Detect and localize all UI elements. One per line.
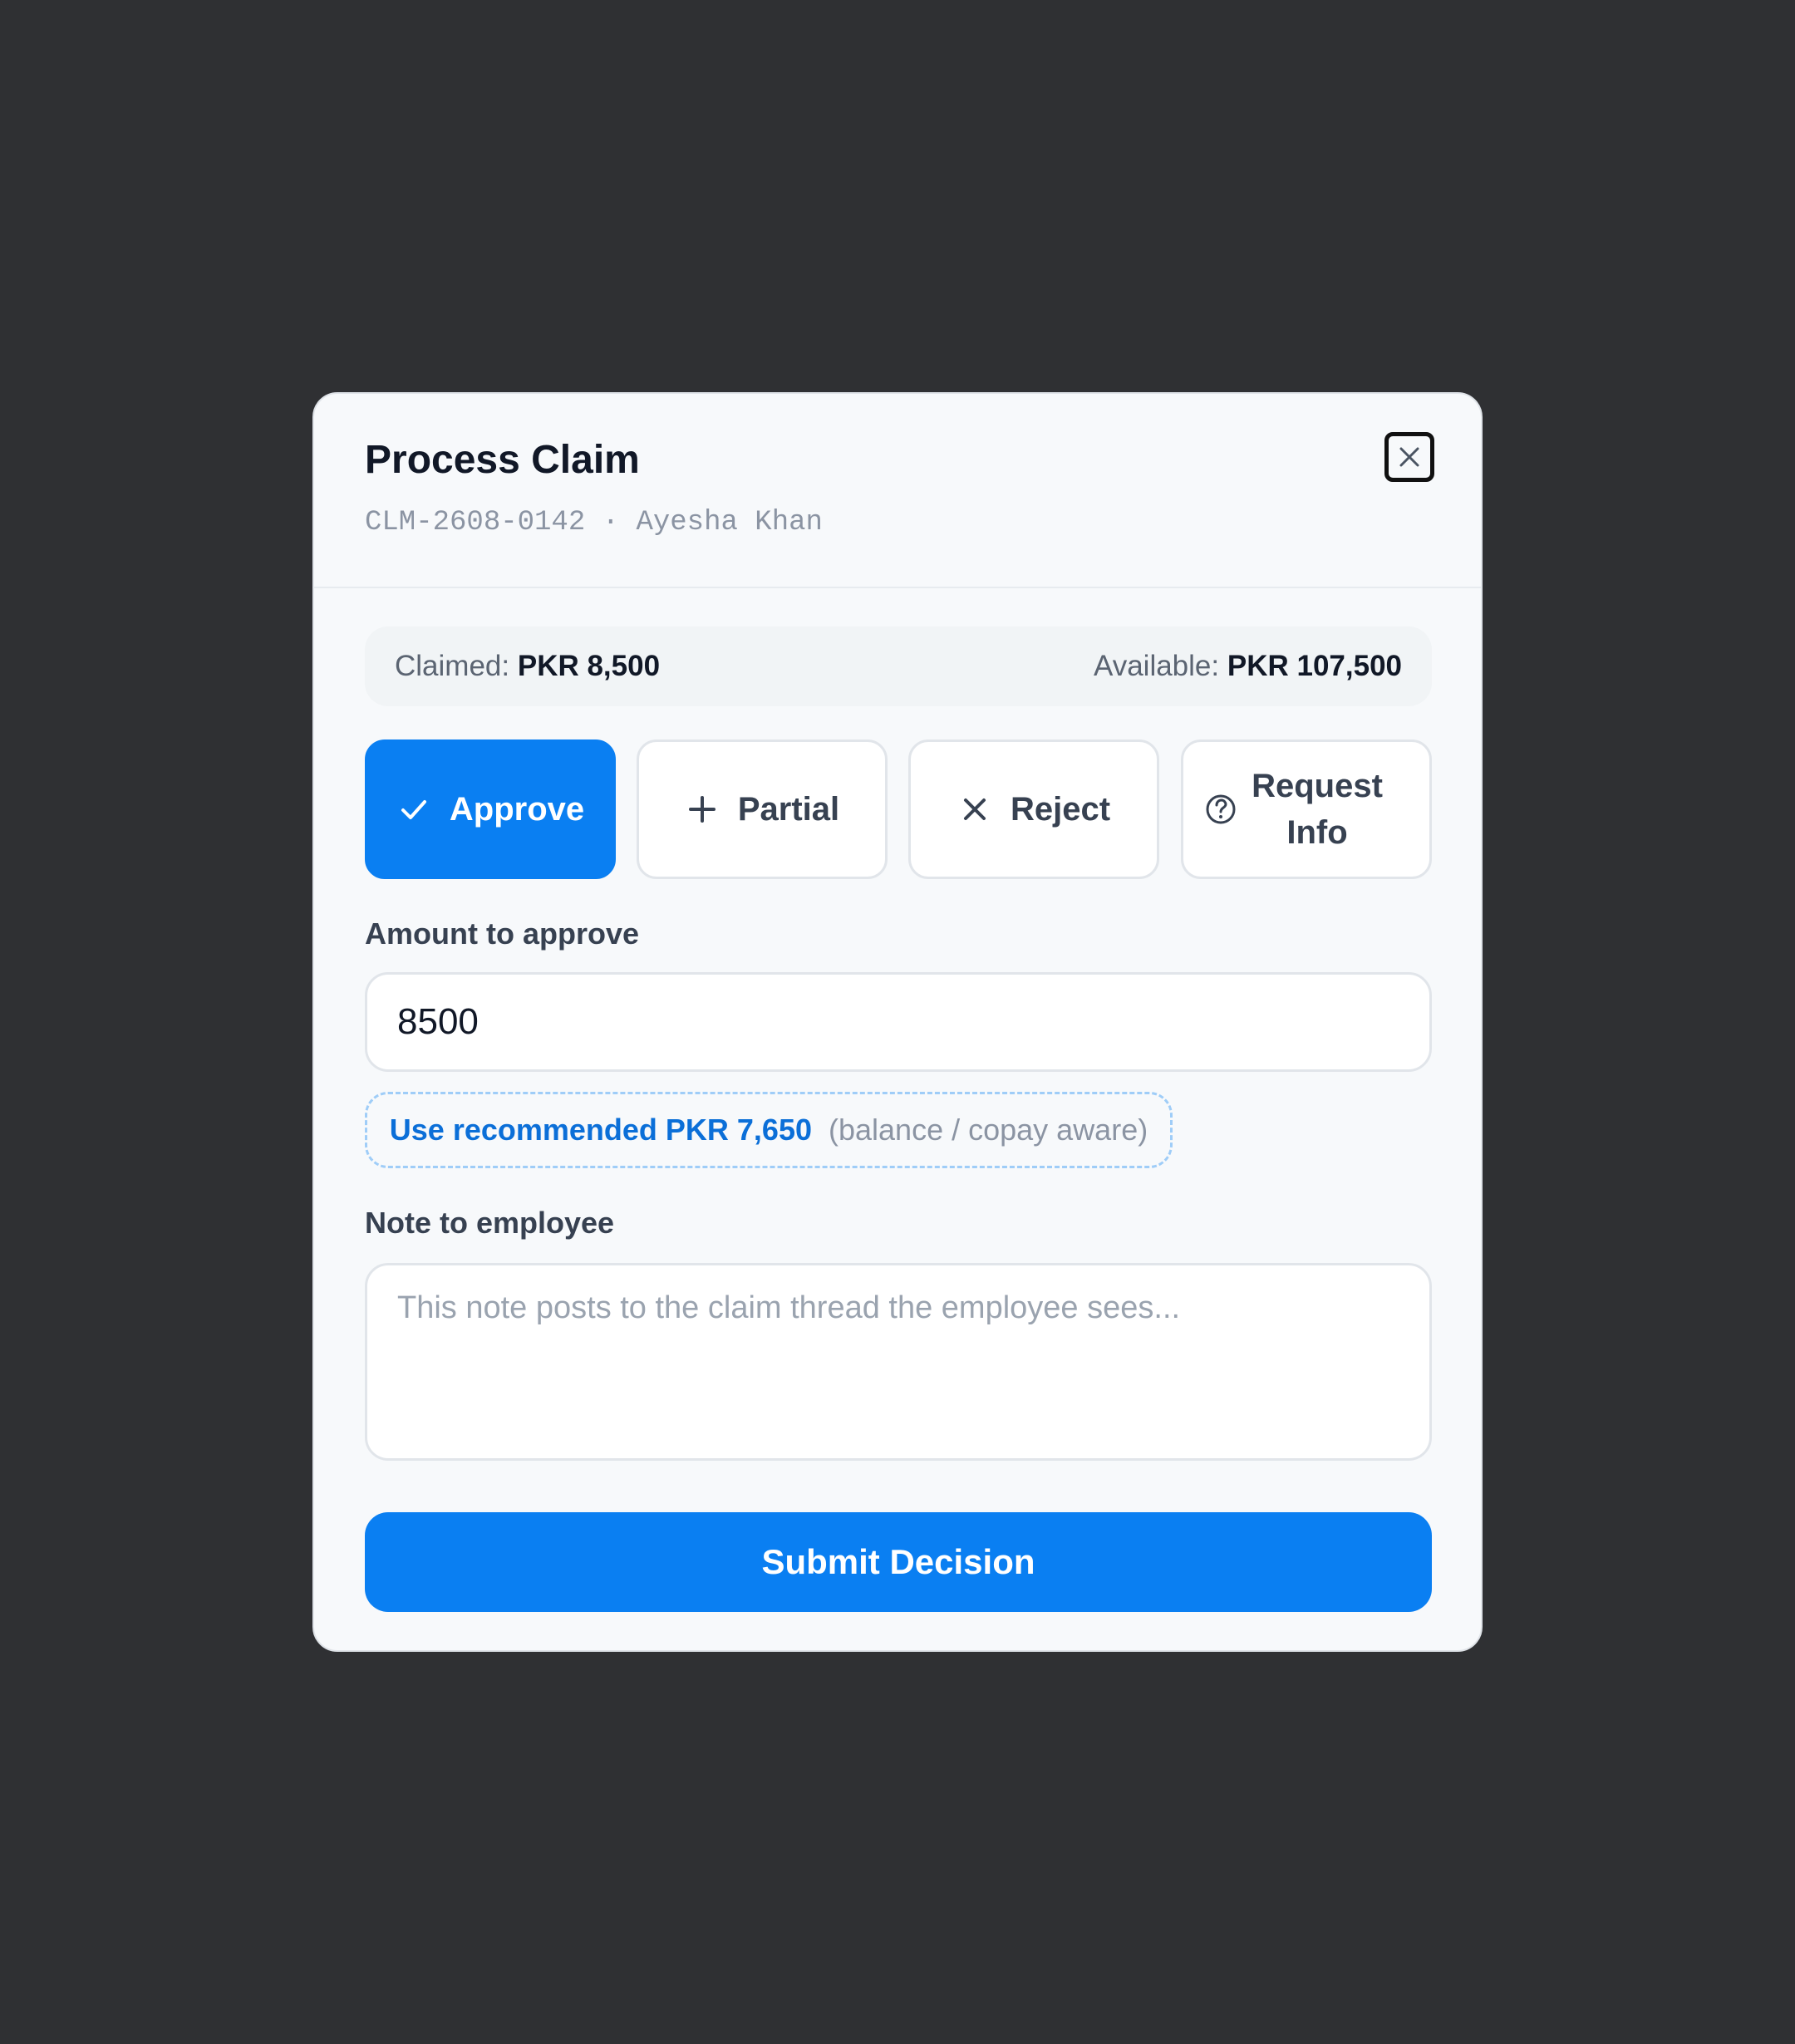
reject-label: Reject: [1010, 790, 1111, 828]
request-info-button[interactable]: Request Info: [1181, 739, 1432, 879]
amount-label: Amount to approve: [365, 916, 639, 951]
dialog-header: Process Claim CLM-2608-0142 · Ayesha Kha…: [314, 394, 1481, 588]
recommended-amount-label: Use recommended PKR 7,650: [389, 1113, 812, 1147]
process-claim-dialog: Process Claim CLM-2608-0142 · Ayesha Kha…: [312, 392, 1483, 1652]
check-icon: [396, 792, 431, 827]
use-recommended-amount-button[interactable]: Use recommended PKR 7,650 (balance / cop…: [365, 1092, 1173, 1168]
claim-id: CLM-2608-0142: [365, 507, 586, 538]
available-summary: Available: PKR 107,500: [1094, 650, 1402, 683]
claim-subtitle: CLM-2608-0142 · Ayesha Khan: [365, 509, 823, 537]
partial-label: Partial: [737, 790, 840, 828]
request-info-label: Request Info: [1252, 768, 1383, 851]
close-icon: [957, 792, 992, 827]
employee-name: Ayesha Khan: [636, 507, 823, 538]
available-amount: PKR 107,500: [1227, 650, 1402, 682]
question-circle-icon: [1203, 792, 1238, 827]
claim-summary: Claimed: PKR 8,500 Available: PKR 107,50…: [365, 626, 1432, 706]
approve-label: Approve: [449, 790, 585, 828]
close-icon: [1399, 447, 1419, 467]
claimed-summary: Claimed: PKR 8,500: [395, 650, 660, 683]
recommendation-hint: (balance / copay aware): [829, 1113, 1148, 1147]
amount-input[interactable]: [365, 972, 1432, 1072]
submit-decision-button[interactable]: Submit Decision: [365, 1512, 1432, 1612]
dialog-title: Process Claim: [365, 438, 640, 482]
approve-button[interactable]: Approve: [365, 739, 616, 879]
decision-options: Approve Partial Reject Request Info: [365, 739, 1432, 879]
subtitle-separator: ·: [602, 507, 620, 538]
plus-icon: [685, 792, 720, 827]
note-label: Note to employee: [365, 1206, 615, 1240]
claimed-amount: PKR 8,500: [517, 650, 661, 682]
employee-note-field[interactable]: [365, 1263, 1432, 1461]
claimed-label: Claimed:: [395, 650, 510, 682]
reject-button[interactable]: Reject: [908, 739, 1159, 879]
available-label: Available:: [1093, 650, 1220, 682]
close-button[interactable]: [1384, 432, 1434, 482]
partial-button[interactable]: Partial: [637, 739, 888, 879]
